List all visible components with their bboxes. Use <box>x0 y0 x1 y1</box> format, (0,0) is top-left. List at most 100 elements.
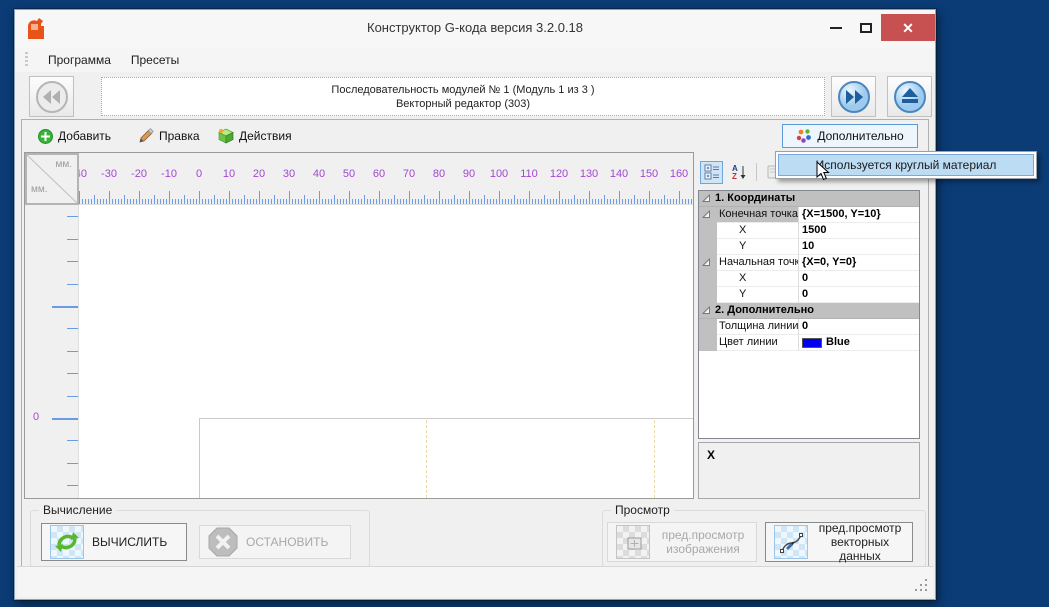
property-value-text: Blue <box>826 336 850 348</box>
property-value[interactable]: {X=0, Y=0} <box>799 255 919 271</box>
ruler-unit-left: мм. <box>31 184 48 195</box>
hruler-label: 120 <box>549 168 569 180</box>
ruler-unit-top: мм. <box>55 159 72 170</box>
category-row[interactable]: 1. Координаты <box>699 191 919 207</box>
vruler-tick <box>67 485 78 486</box>
vruler-tick <box>67 284 78 285</box>
finish-module-button[interactable] <box>887 76 932 117</box>
property-label: Цвет линии <box>717 335 799 351</box>
vector-preview-button[interactable]: пред.просмотр векторных данных <box>765 521 913 563</box>
desktop: Конструктор G-кода версия 3.2.0.18 ✕ Про… <box>0 0 1049 607</box>
menu-item[interactable]: Программа <box>38 50 121 70</box>
horizontal-ruler: -40 -30 -20 -10 0 10 20 30 40 50 60 70 80 90 100 110 120… <box>79 153 693 205</box>
resize-grip[interactable] <box>915 579 927 591</box>
vruler-tick <box>52 306 78 308</box>
vector-preview-icon <box>774 525 808 559</box>
property-row[interactable]: Конечная точка {X=1500, Y=10} <box>699 207 919 223</box>
property-row[interactable]: Цвет линии Blue <box>699 335 919 351</box>
hruler-label: 10 <box>222 168 236 180</box>
close-button[interactable]: ✕ <box>881 14 935 41</box>
preview-group-label: Просмотр <box>611 503 674 517</box>
image-preview-label: пред.просмотр изображения <box>661 528 745 556</box>
ruler-corner: мм. мм. <box>25 153 79 205</box>
sort-alphabetical-button[interactable]: A Z <box>727 161 750 184</box>
compute-button-label: ВЫЧИСЛИТЬ <box>92 535 168 549</box>
property-row[interactable]: Толщина линии 0 <box>699 319 919 335</box>
vruler-tick <box>67 351 78 352</box>
sort-az-icon: A Z <box>732 164 745 180</box>
edit-button-label: Правка <box>159 129 200 143</box>
hruler-label: 100 <box>489 168 509 180</box>
vruler-tick <box>67 328 78 329</box>
property-value[interactable]: 10 <box>799 239 919 255</box>
actions-button-label: Действия <box>239 129 292 143</box>
add-button[interactable]: Добавить <box>30 124 119 148</box>
vruler-tick <box>67 239 78 240</box>
actions-button[interactable]: Действия <box>210 124 300 148</box>
hruler-label: 140 <box>609 168 629 180</box>
extra-button[interactable]: Дополнительно <box>782 124 918 148</box>
property-value[interactable]: 1500 <box>799 223 919 239</box>
vector-preview-label: пред.просмотр векторных данных <box>818 521 902 563</box>
property-row[interactable]: X 1500 <box>699 223 919 239</box>
maximize-button[interactable] <box>851 16 881 40</box>
property-row[interactable]: Y 10 <box>699 239 919 255</box>
menubar-items: Программа Пресеты <box>38 51 189 69</box>
menu-item[interactable]: Пресеты <box>121 50 189 70</box>
rewind-icon <box>35 80 68 113</box>
property-value[interactable]: Blue <box>799 335 919 351</box>
extra-dropdown-menu: Используется круглый материал <box>775 151 1037 179</box>
property-value-text: {X=0, Y=0} <box>802 256 857 268</box>
editor-panel: Добавить Правка Действия Дополнительно м… <box>21 119 929 568</box>
property-value[interactable]: {X=1500, Y=10} <box>799 207 919 223</box>
indent-cell <box>699 319 717 335</box>
compute-group-label: Вычисление <box>39 503 117 517</box>
expander-icon[interactable] <box>702 194 711 203</box>
vruler-tick <box>67 373 78 374</box>
next-module-button[interactable] <box>831 76 876 117</box>
vruler-tick <box>67 396 78 397</box>
hruler-label: 150 <box>639 168 659 180</box>
property-row[interactable]: X0 <box>699 271 919 287</box>
property-value[interactable]: 0 <box>799 319 919 335</box>
indent-cell <box>699 271 717 287</box>
property-grid-toolbar: A Z <box>700 160 786 184</box>
vertical-ruler: 0 <box>25 205 79 498</box>
property-value[interactable]: 0 <box>799 271 919 287</box>
category-row[interactable]: 2. Дополнительно <box>699 303 919 319</box>
image-preview-icon <box>616 525 650 559</box>
window-title: Конструктор G-кода версия 3.2.0.18 <box>367 20 583 35</box>
hruler-label: 70 <box>402 168 416 180</box>
image-preview-button: пред.просмотр изображения <box>607 522 757 562</box>
property-row[interactable]: Начальная точка {X=0, Y=0} <box>699 255 919 271</box>
property-label: Y <box>717 239 799 255</box>
toolbar-grip <box>25 52 28 68</box>
property-label: Конечная точка <box>717 207 799 223</box>
property-value[interactable]: 0 <box>799 287 919 303</box>
expander-icon[interactable] <box>702 306 711 315</box>
property-row[interactable]: Y0 <box>699 287 919 303</box>
minimize-button[interactable] <box>821 16 851 40</box>
hruler-label: 20 <box>252 168 266 180</box>
category-label: 1. Координаты <box>715 192 796 204</box>
category-label: 2. Дополнительно <box>715 304 815 316</box>
menu-bar: Программа Пресеты <box>15 48 935 72</box>
expander-icon[interactable] <box>702 258 711 267</box>
vector-canvas-panel: мм. мм. -40 -30 -20 -10 0 10 20 30 40 50 60 70 80 90 1… <box>24 152 694 499</box>
edit-button[interactable]: Правка <box>130 124 208 148</box>
drawing-canvas[interactable] <box>79 205 693 498</box>
app-window: Конструктор G-кода версия 3.2.0.18 ✕ Про… <box>14 9 936 600</box>
vruler-tick <box>67 216 78 217</box>
vruler-tick <box>67 261 78 262</box>
categorized-button[interactable] <box>700 160 723 184</box>
hruler-label: 130 <box>579 168 599 180</box>
color-swatch <box>802 337 822 348</box>
indent-cell <box>699 239 717 255</box>
compute-button[interactable]: ВЫЧИСЛИТЬ <box>41 523 187 561</box>
fast-forward-icon <box>837 80 870 113</box>
expander-icon[interactable] <box>702 210 711 219</box>
guide-dashed-line <box>654 420 655 498</box>
property-value-text: {X=1500, Y=10} <box>802 208 881 220</box>
hruler-label: 80 <box>432 168 446 180</box>
close-icon: ✕ <box>902 19 914 36</box>
